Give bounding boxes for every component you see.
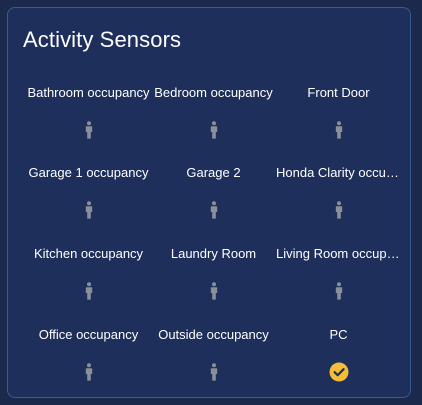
person-icon — [204, 120, 224, 140]
sensor-tile-front-door[interactable]: Front Door — [276, 77, 401, 157]
sensor-tile-living-room-occupancy[interactable]: Living Room occupancy — [276, 238, 401, 319]
sensor-name: Bedroom occupancy — [154, 85, 273, 100]
sensor-tile-bathroom-occupancy[interactable]: Bathroom occupancy — [26, 77, 151, 157]
sensor-grid: Bathroom occupancy Bedroom occupancy Fro… — [26, 77, 401, 397]
sensor-tile-garage-2[interactable]: Garage 2 — [151, 157, 276, 238]
sensor-name: Front Door — [307, 85, 370, 100]
sensor-name: Living Room occupancy — [276, 246, 401, 261]
sensor-tile-pc[interactable]: PC — [276, 319, 401, 397]
sensor-name: Kitchen occupancy — [33, 246, 144, 261]
sensor-tile-bedroom-occupancy[interactable]: Bedroom occupancy — [151, 77, 276, 157]
person-icon — [79, 362, 99, 382]
sensor-name: Bathroom occupancy — [27, 85, 150, 100]
person-icon — [204, 200, 224, 220]
person-icon — [204, 362, 224, 382]
sensor-name: Garage 1 occupancy — [28, 165, 149, 180]
person-icon — [204, 281, 224, 301]
person-icon — [79, 281, 99, 301]
sensor-tile-garage-1-occupancy[interactable]: Garage 1 occupancy — [26, 157, 151, 238]
activity-sensors-card: Activity Sensors Bathroom occupancy Bedr… — [7, 7, 411, 398]
sensor-tile-laundry-room[interactable]: Laundry Room — [151, 238, 276, 319]
sensor-name: Garage 2 — [186, 165, 241, 180]
sensor-tile-outside-occupancy[interactable]: Outside occupancy — [151, 319, 276, 397]
sensor-tile-honda-clarity-occupancy[interactable]: Honda Clarity occupancy — [276, 157, 401, 238]
sensor-tile-office-occupancy[interactable]: Office occupancy — [26, 319, 151, 397]
sensor-name: Honda Clarity occupancy — [276, 165, 401, 180]
person-icon — [329, 120, 349, 140]
person-icon — [329, 200, 349, 220]
sensor-tile-kitchen-occupancy[interactable]: Kitchen occupancy — [26, 238, 151, 319]
person-icon — [79, 200, 99, 220]
sensor-name: Outside occupancy — [158, 327, 269, 342]
sensor-name: PC — [329, 327, 348, 342]
sensor-name: Office occupancy — [38, 327, 139, 342]
card-title: Activity Sensors — [23, 27, 182, 52]
check-circle-icon — [329, 362, 349, 382]
person-icon — [329, 281, 349, 301]
person-icon — [79, 120, 99, 140]
sensor-name: Laundry Room — [170, 246, 257, 261]
